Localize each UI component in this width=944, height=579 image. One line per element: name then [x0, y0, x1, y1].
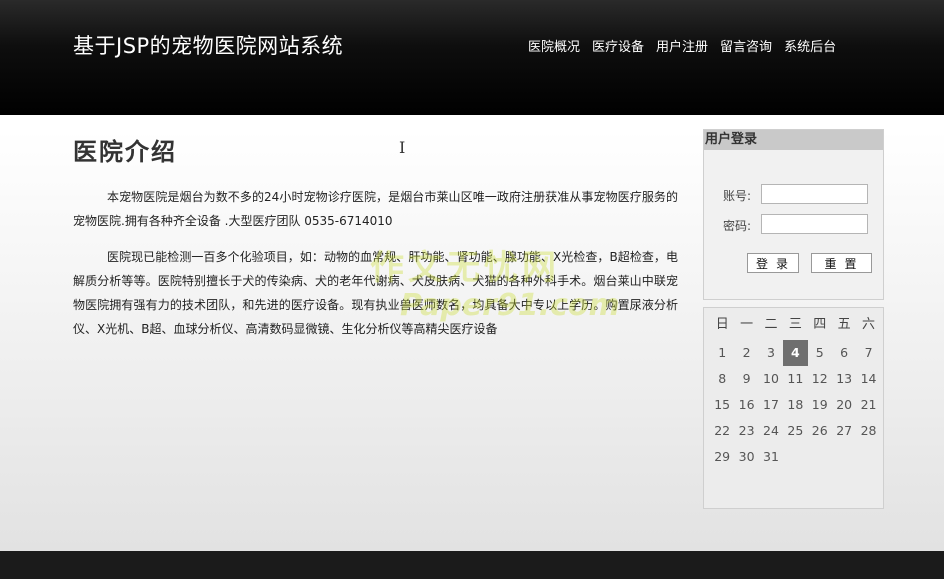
calendar-day[interactable]: 31	[759, 444, 783, 470]
main-content: 医院介绍 本宠物医院是烟台为数不多的24小时宠物诊疗医院，是烟台市莱山区唯一政府…	[73, 128, 678, 353]
nav-admin-backend[interactable]: 系统后台	[784, 36, 836, 55]
calendar-day	[783, 444, 807, 470]
calendar: 日一二三四五六 1 2 3 4 5 6 7 8 9 10 11 12 13 14 15 16 17 18 19 20 21…	[703, 307, 884, 509]
calendar-day[interactable]: 28	[856, 418, 880, 444]
calendar-day[interactable]: 25	[783, 418, 807, 444]
calendar-day[interactable]: 1	[710, 340, 734, 366]
calendar-day[interactable]: 24	[759, 418, 783, 444]
calendar-day[interactable]: 19	[808, 392, 832, 418]
calendar-weekday: 六	[862, 317, 876, 332]
page-title: 医院介绍	[73, 137, 177, 166]
calendar-day[interactable]: 17	[759, 392, 783, 418]
calendar-day[interactable]: 27	[832, 418, 856, 444]
calendar-day[interactable]: 3	[759, 340, 783, 366]
calendar-day[interactable]: 23	[734, 418, 758, 444]
login-button[interactable]: 登录	[747, 253, 799, 273]
nav-medical-equipment[interactable]: 医疗设备	[592, 36, 644, 55]
reset-button[interactable]: 重置	[811, 253, 872, 273]
password-label: 密码:	[723, 219, 752, 233]
intro-paragraph-2: 医院现已能检测一百多个化验项目，如：动物的血常规、肝功能、肾功能、腺功能、X光检…	[73, 250, 678, 336]
calendar-weekday: 三	[788, 317, 802, 332]
calendar-day[interactable]: 8	[710, 366, 734, 392]
calendar-day[interactable]: 30	[734, 444, 758, 470]
site-title: 基于JSP的宠物医院网站系统	[73, 34, 344, 58]
account-label: 账号:	[723, 189, 752, 203]
site-header: 基于JSP的宠物医院网站系统 医院概况 医疗设备 用户注册 留言咨询 系统后台	[0, 0, 944, 115]
calendar-day[interactable]: 13	[832, 366, 856, 392]
calendar-day[interactable]: 10	[759, 366, 783, 392]
calendar-weekday: 五	[837, 317, 851, 332]
nav-user-register[interactable]: 用户注册	[656, 36, 708, 55]
calendar-day[interactable]: 2	[734, 340, 758, 366]
calendar-day	[808, 444, 832, 470]
calendar-day[interactable]: 22	[710, 418, 734, 444]
calendar-day[interactable]: 9	[734, 366, 758, 392]
calendar-day[interactable]: 20	[832, 392, 856, 418]
calendar-day[interactable]: 6	[832, 340, 856, 366]
login-panel: 用户登录 账号: 密码: 登录 重置	[703, 129, 884, 300]
calendar-day[interactable]: 15	[710, 392, 734, 418]
account-row: 账号:	[704, 184, 883, 206]
calendar-day	[832, 444, 856, 470]
calendar-day-today[interactable]: 4	[783, 340, 808, 366]
calendar-day[interactable]: 12	[808, 366, 832, 392]
calendar-weekday: 四	[813, 317, 827, 332]
calendar-day[interactable]: 16	[734, 392, 758, 418]
calendar-weekday: 一	[740, 317, 754, 332]
calendar-day[interactable]: 21	[856, 392, 880, 418]
calendar-day[interactable]: 29	[710, 444, 734, 470]
nav-hospital-overview[interactable]: 医院概况	[528, 36, 580, 55]
account-input[interactable]	[761, 184, 868, 204]
calendar-day[interactable]: 5	[808, 340, 832, 366]
intro-paragraph-1: 本宠物医院是烟台为数不多的24小时宠物诊疗医院，是烟台市莱山区唯一政府注册获准从…	[73, 190, 678, 228]
calendar-weekday: 二	[764, 317, 778, 332]
site-footer	[0, 551, 944, 579]
calendar-day[interactable]: 26	[808, 418, 832, 444]
calendar-day	[856, 444, 880, 470]
calendar-day[interactable]: 11	[783, 366, 807, 392]
calendar-day[interactable]: 18	[783, 392, 807, 418]
main-nav: 医院概况 医疗设备 用户注册 留言咨询 系统后台	[528, 36, 836, 55]
nav-message-consult[interactable]: 留言咨询	[720, 36, 772, 55]
password-row: 密码:	[704, 214, 883, 236]
text-cursor-icon: I	[399, 138, 406, 157]
calendar-day[interactable]: 14	[856, 366, 880, 392]
login-title: 用户登录	[704, 130, 883, 150]
password-input[interactable]	[761, 214, 868, 234]
calendar-weekday: 日	[715, 317, 729, 332]
calendar-grid: 日一二三四五六 1 2 3 4 5 6 7 8 9 10 11 12 13 14 15 16 17 18 19 20 21…	[710, 314, 881, 470]
calendar-day[interactable]: 7	[856, 340, 880, 366]
